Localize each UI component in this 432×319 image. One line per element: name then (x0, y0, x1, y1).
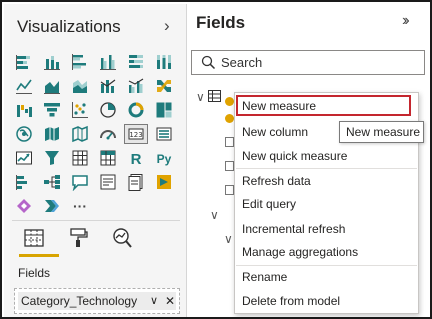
menu-divider (236, 168, 417, 169)
stacked-column-chart-icon[interactable] (40, 52, 64, 72)
pane-separator (12, 220, 180, 221)
area-chart-icon[interactable] (40, 76, 64, 96)
card-icon[interactable]: 123 (124, 124, 148, 144)
tree-field-checked-icon (225, 114, 234, 123)
ribbon-chart-icon[interactable] (152, 76, 176, 96)
menu-item-rename[interactable]: Rename (242, 270, 287, 284)
menu-item-incremental-refresh[interactable]: Incremental refresh (242, 222, 345, 236)
fields-wells-label: Fields (18, 266, 51, 280)
field-chip[interactable]: Category_Technology ∨ ✕ (18, 292, 176, 310)
svg-text:R: R (131, 151, 142, 167)
filled-map-icon[interactable] (40, 124, 64, 144)
table-icon[interactable] (68, 148, 92, 168)
power-automate-icon[interactable] (12, 196, 36, 216)
field-well[interactable]: Category_Technology ∨ ✕ (14, 288, 180, 314)
clustered-bar-chart-icon[interactable] (68, 52, 92, 72)
shape-map-icon[interactable] (68, 124, 92, 144)
field-checkbox[interactable] (225, 185, 234, 195)
waterfall-chart-icon[interactable] (12, 100, 36, 120)
power-apps-icon[interactable] (152, 172, 176, 192)
100-stacked-bar-chart-icon[interactable] (124, 52, 148, 72)
fields-title: Fields (196, 13, 246, 32)
chevron-right-icon[interactable]: › (164, 16, 170, 36)
field-checkbox[interactable] (225, 161, 234, 171)
visualizations-pane: Visualizations › 123 R Py ··· Fields Cat… (4, 4, 186, 317)
python-visual-icon[interactable]: Py (152, 148, 176, 168)
menu-item-new-measure[interactable]: New measure (242, 99, 316, 113)
key-influencers-icon[interactable] (12, 172, 36, 192)
search-input[interactable]: Search (191, 50, 425, 75)
line-chart-icon[interactable] (12, 76, 36, 96)
scatter-chart-icon[interactable] (68, 100, 92, 120)
decomposition-tree-icon[interactable] (40, 172, 64, 192)
map-icon[interactable] (12, 124, 36, 144)
multi-row-card-icon[interactable] (152, 124, 176, 144)
menu-item-new-column[interactable]: New column (242, 125, 308, 139)
field-chip-label: Category_Technology (21, 294, 138, 308)
chevron-down-icon[interactable]: ∨ (150, 292, 158, 310)
table-icon (208, 90, 221, 102)
menu-item-refresh-data[interactable]: Refresh data (242, 174, 311, 188)
matrix-icon[interactable] (96, 148, 120, 168)
menu-item-edit-query[interactable]: Edit query (242, 197, 296, 211)
viz-tabs (22, 226, 134, 250)
stacked-bar-chart-icon[interactable] (12, 52, 36, 72)
100-stacked-column-chart-icon[interactable] (152, 52, 176, 72)
remove-field-icon[interactable]: ✕ (165, 292, 175, 310)
menu-item-manage-aggregations[interactable]: Manage aggregations (242, 245, 358, 259)
fields-tab-icon[interactable] (22, 226, 46, 250)
stacked-area-chart-icon[interactable] (68, 76, 92, 96)
gauge-icon[interactable] (96, 124, 120, 144)
format-tab-icon[interactable] (66, 226, 90, 250)
pie-chart-icon[interactable] (96, 100, 120, 120)
menu-item-new-quick-measure[interactable]: New quick measure (242, 149, 347, 163)
smart-narrative-icon[interactable] (96, 172, 120, 192)
svg-text:123: 123 (129, 131, 142, 139)
table-expand-chevron-icon[interactable]: ∨ (196, 90, 205, 104)
svg-text:Py: Py (157, 152, 172, 166)
menu-divider (236, 265, 417, 266)
hierarchy-chevron-icon[interactable]: ∨ (224, 232, 233, 246)
power-automate-flow-icon[interactable] (40, 196, 64, 216)
menu-item-delete-from-model[interactable]: Delete from model (242, 294, 340, 308)
donut-chart-icon[interactable] (124, 100, 148, 120)
funnel-chart-icon[interactable] (40, 100, 64, 120)
treemap-icon[interactable] (152, 100, 176, 120)
checked-badge-icon (225, 97, 234, 106)
paginated-report-icon[interactable] (124, 172, 148, 192)
visual-icon-grid: 123 R Py ··· (12, 52, 180, 220)
slicer-icon[interactable] (40, 148, 64, 168)
kpi-icon[interactable] (12, 148, 36, 168)
r-script-visual-icon[interactable]: R (124, 148, 148, 168)
search-icon (201, 55, 216, 70)
more-visuals-icon[interactable]: ··· (68, 196, 92, 216)
hierarchy-chevron-icon[interactable]: ∨ (210, 208, 219, 222)
visualizations-title: Visualizations (17, 17, 121, 36)
app-frame: Visualizations › 123 R Py ··· Fields Cat… (0, 0, 432, 319)
active-tab-indicator (19, 254, 59, 257)
double-chevron-right-icon[interactable]: ›› (402, 12, 409, 30)
clustered-column-chart-icon[interactable] (96, 52, 120, 72)
field-checkbox[interactable] (225, 137, 234, 147)
qa-visual-icon[interactable] (68, 172, 92, 192)
line-and-column-chart-icon[interactable] (96, 76, 120, 96)
line-and-clustered-column-chart-icon[interactable] (124, 76, 148, 96)
tooltip: New measure (339, 121, 424, 143)
analytics-tab-icon[interactable] (110, 226, 134, 250)
search-placeholder: Search (221, 55, 263, 70)
